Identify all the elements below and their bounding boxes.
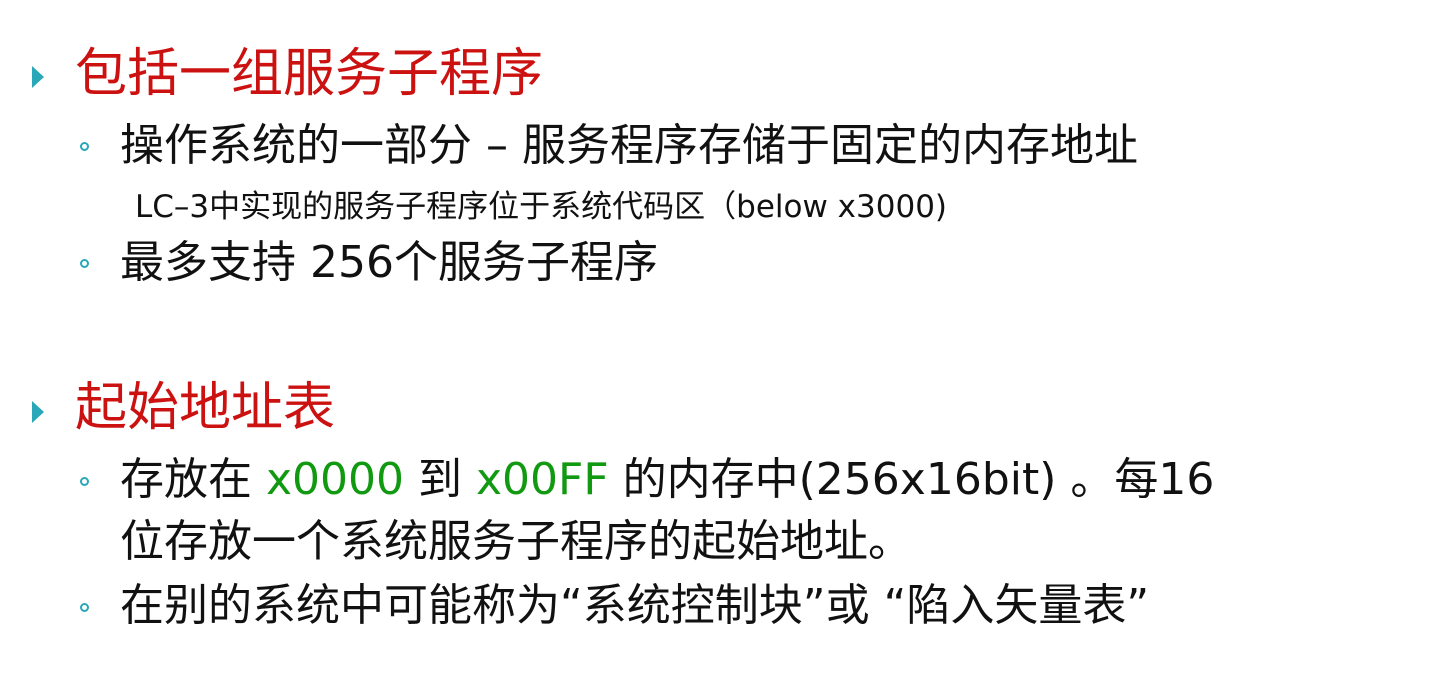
section1-item1: 操作系统的一部分 – 服务程序存储于固定的内存地址 <box>120 120 1138 171</box>
heading-bullet-arrow-icon <box>32 401 44 423</box>
sub-bullet-circle-icon <box>80 259 89 268</box>
heading-bullet-arrow-icon <box>32 66 44 88</box>
address-end: x00FF <box>476 454 609 505</box>
slide: 包括一组服务子程序 操作系统的一部分 – 服务程序存储于固定的内存地址 LC–3… <box>0 0 1437 690</box>
address-start: x0000 <box>266 454 405 505</box>
section2-heading: 起始地址表 <box>75 378 336 438</box>
section1-heading: 包括一组服务子程序 <box>75 44 544 104</box>
section2-item1-line2: 位存放一个系统服务子程序的起始地址。 <box>120 516 912 567</box>
section2-item1-text-b: 到 <box>404 454 476 505</box>
sub-bullet-circle-icon <box>80 603 89 612</box>
section2-item1-text-a: 存放在 <box>120 454 266 505</box>
sub-bullet-circle-icon <box>80 142 89 151</box>
section2-item1-text-c: 的内存中(256x16bit) 。每16 <box>608 454 1215 505</box>
section2-item2: 在别的系统中可能称为“系统控制块”或 “陷入矢量表” <box>120 580 1150 631</box>
section1-note: LC–3中实现的服务子程序位于系统代码区（below x3000) <box>135 189 948 225</box>
section2-item1: 存放在 x0000 到 x00FF 的内存中(256x16bit) 。每16 <box>120 452 1214 508</box>
sub-bullet-circle-icon <box>80 477 89 486</box>
section1-item2: 最多支持 256个服务子程序 <box>120 237 658 288</box>
